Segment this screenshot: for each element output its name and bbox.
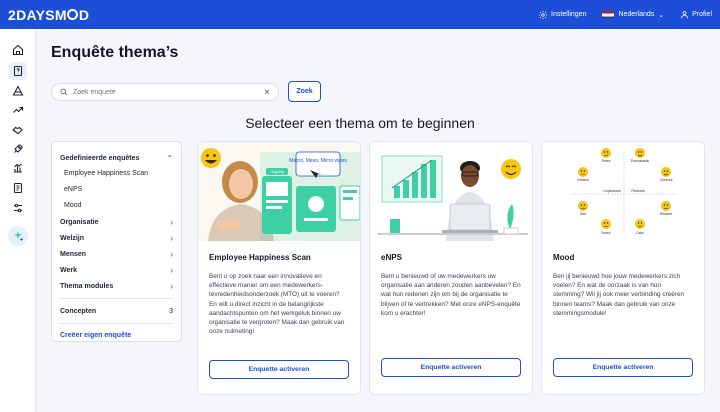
search-bar: × bbox=[51, 83, 279, 101]
page-title: Enquête thema’s bbox=[51, 44, 179, 61]
mood-label-calm: Calm bbox=[636, 231, 644, 235]
create-own-survey-link[interactable]: Creëer eigen enquête bbox=[60, 328, 173, 344]
filter-item-employee-happiness-scan[interactable]: Employee Happiness Scan bbox=[60, 166, 173, 182]
profile-label: Profiel bbox=[692, 11, 712, 18]
filter-werk[interactable]: Werk › bbox=[60, 262, 173, 278]
rocket-icon bbox=[14, 144, 23, 153]
chevron-up-icon: ⌃ bbox=[166, 153, 173, 163]
chevron-down-icon: ⌄ bbox=[658, 11, 665, 19]
logo-text-end: D bbox=[78, 6, 90, 23]
filter-organisatie-label: Organisatie bbox=[60, 218, 99, 226]
search-input[interactable] bbox=[73, 88, 265, 96]
filter-organisatie[interactable]: Organisatie › bbox=[60, 214, 173, 230]
subtitle-text: Selecteer een thema om te beginnen bbox=[245, 115, 475, 131]
sidebar-item-reports[interactable] bbox=[9, 179, 27, 197]
settings-button[interactable]: Instellingen bbox=[538, 10, 586, 20]
logo-o-mark bbox=[67, 9, 79, 20]
sidebar-item-actions[interactable] bbox=[9, 140, 27, 158]
image-label-visies: Macro, Meso, Micro visies bbox=[289, 158, 347, 164]
bar-chart-icon bbox=[14, 163, 22, 173]
sidebar-item-analytics[interactable] bbox=[9, 159, 27, 177]
image-label-ongoing: Ongoing bbox=[270, 170, 284, 174]
sidebar bbox=[0, 29, 36, 412]
gear-icon bbox=[538, 10, 548, 19]
profile-button[interactable]: Profiel bbox=[680, 10, 712, 19]
filter-divider bbox=[60, 298, 173, 299]
mood-label-enthusiastic: Enthusiastic bbox=[631, 159, 650, 163]
mood-label-tense: Tense bbox=[601, 159, 610, 163]
survey-icon bbox=[13, 65, 23, 77]
search-button[interactable]: Zoek bbox=[288, 81, 321, 102]
mood-label-unpleasant: Unpleasant bbox=[603, 189, 620, 193]
card-description: Bent u benieuwd of uw medewerkers uw org… bbox=[381, 273, 521, 317]
mood-label-cheerful: Cheerful bbox=[660, 178, 673, 182]
document-icon bbox=[13, 182, 23, 194]
sidebar-item-results[interactable] bbox=[9, 82, 27, 100]
filter-concepts[interactable]: Concepten 3 bbox=[60, 303, 173, 319]
chevron-right-icon: › bbox=[170, 265, 173, 275]
theme-card-mood[interactable]: Tense Enthusiastic Irritated Cheerful Un… bbox=[541, 141, 705, 395]
card-title: Mood bbox=[553, 253, 575, 262]
activate-survey-button[interactable]: Enquette activeren bbox=[209, 360, 349, 379]
mood-label-sad: Sad bbox=[580, 212, 586, 216]
filter-divider bbox=[60, 323, 173, 324]
home-icon bbox=[12, 44, 24, 56]
filter-werk-label: Werk bbox=[60, 266, 77, 274]
card-description: Ben jij benieuwd hoe jouw medewerkers zi… bbox=[553, 273, 685, 317]
sidebar-item-surveys[interactable] bbox=[9, 62, 27, 80]
filter-panel: Gedefinieerde enquêtes ⌃ Employee Happin… bbox=[51, 141, 182, 342]
chevron-right-icon: › bbox=[170, 217, 173, 227]
dutch-flag-icon bbox=[602, 10, 615, 19]
mood-label-irritated: Irritated bbox=[577, 178, 589, 182]
language-select[interactable]: Nederlands ⌄ bbox=[602, 10, 665, 19]
chevron-right-icon: › bbox=[170, 233, 173, 243]
mood-label-bored: Bored bbox=[601, 231, 610, 235]
card-description: Bent u op zoek naar een innovatieve en e… bbox=[209, 273, 345, 336]
filter-mensen-label: Mensen bbox=[60, 250, 87, 258]
filter-concepts-label: Concepten bbox=[60, 307, 97, 315]
theme-card-employee-happiness-scan[interactable]: Macro, Meso, Micro visies Ongoing Employ… bbox=[197, 141, 361, 395]
sparkle-icon bbox=[14, 231, 24, 242]
filter-item-enps[interactable]: eNPS bbox=[60, 182, 173, 198]
card-title: eNPS bbox=[381, 253, 402, 262]
card-image-enps bbox=[370, 142, 532, 241]
settings-label: Instellingen bbox=[551, 11, 587, 18]
app-logo[interactable]: 2DAYSM D bbox=[8, 7, 89, 23]
sliders-icon bbox=[14, 203, 22, 213]
search-icon bbox=[60, 88, 68, 96]
logo-text-start: 2DAYSM bbox=[8, 6, 67, 23]
clear-search-icon[interactable]: × bbox=[264, 87, 270, 98]
triangle-chart-icon bbox=[12, 85, 24, 96]
language-label: Nederlands bbox=[618, 11, 655, 18]
filter-item-mood[interactable]: Mood bbox=[60, 198, 173, 214]
activate-survey-button[interactable]: Enquette activeren bbox=[381, 358, 521, 377]
mood-label-relaxed: Relaxed bbox=[660, 212, 673, 216]
page-subtitle: Selecteer een thema om te beginnen bbox=[0, 115, 720, 131]
filter-welzijn[interactable]: Welzijn › bbox=[60, 230, 173, 246]
card-image-employee-happiness: Macro, Meso, Micro visies Ongoing bbox=[198, 142, 360, 241]
mood-label-pleasant: Pleasant bbox=[631, 189, 644, 193]
user-icon bbox=[681, 11, 689, 19]
theme-card-enps[interactable]: eNPS Bent u benieuwd of uw medewerkers u… bbox=[369, 141, 533, 395]
filter-predefined-label: Gedefinieerde enquêtes bbox=[60, 154, 140, 162]
filter-predefined-toggle[interactable]: Gedefinieerde enquêtes ⌃ bbox=[60, 150, 173, 166]
activate-survey-button[interactable]: Enquette activeren bbox=[553, 358, 693, 377]
chevron-right-icon: › bbox=[170, 249, 173, 259]
sidebar-item-filters[interactable] bbox=[9, 199, 27, 217]
filter-thema-modules-label: Thema modules bbox=[60, 282, 114, 290]
card-title: Employee Happiness Scan bbox=[209, 253, 311, 262]
filter-welzijn-label: Welzijn bbox=[60, 234, 84, 242]
filter-mensen[interactable]: Mensen › bbox=[60, 246, 173, 262]
card-image-mood: Tense Enthusiastic Irritated Cheerful Un… bbox=[542, 142, 704, 241]
sidebar-item-ai[interactable] bbox=[8, 226, 28, 246]
concepts-count-badge: 3 bbox=[169, 307, 173, 315]
sidebar-item-home[interactable] bbox=[9, 41, 27, 59]
chevron-right-icon: › bbox=[170, 281, 173, 291]
filter-thema-modules[interactable]: Thema modules › bbox=[60, 278, 173, 294]
top-bar: 2DAYSM D Instellingen Nederlands ⌄ Profie… bbox=[0, 0, 720, 29]
